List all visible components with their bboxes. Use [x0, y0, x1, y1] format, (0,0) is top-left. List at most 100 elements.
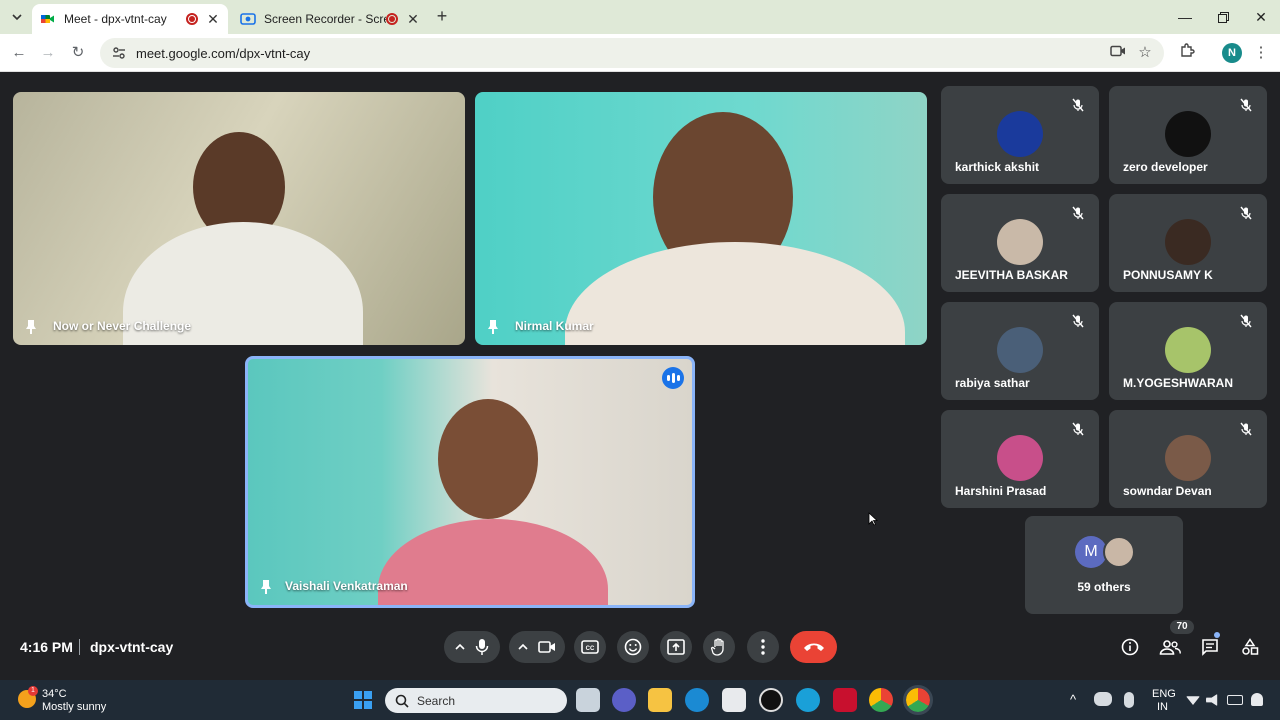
chat-button[interactable] [1198, 635, 1222, 659]
chrome-profile-icon[interactable] [903, 685, 933, 715]
close-icon[interactable]: ✕ [206, 11, 220, 28]
onedrive-icon[interactable] [1094, 692, 1112, 706]
language-indicator[interactable]: ENG [1152, 688, 1176, 700]
speaking-indicator-icon [662, 367, 684, 389]
microphone-icon[interactable] [475, 638, 489, 656]
camera-button-group[interactable] [509, 631, 565, 663]
video-tile-nirmal-kumar[interactable]: Nirmal Kumar [475, 92, 927, 345]
avatar [997, 219, 1043, 265]
participant-name: Vaishali Venkatraman [285, 579, 408, 593]
url-text: meet.google.com/dpx-vtnt-cay [136, 45, 311, 61]
meeting-details-button[interactable] [1118, 635, 1142, 659]
weather-status: Mostly sunny [42, 701, 107, 713]
task-view-icon[interactable] [576, 688, 600, 712]
weather-badge: 1 [28, 686, 38, 696]
divider [79, 639, 80, 655]
pin-icon[interactable] [260, 579, 272, 595]
browser-toolbar: ← → ↻ meet.google.com/dpx-vtnt-cay ☆ N ⋮ [0, 34, 1280, 72]
participant-tile[interactable]: M.YOGESHWARAN [1109, 302, 1267, 400]
profile-avatar[interactable]: N [1222, 43, 1242, 63]
mic-off-icon [1240, 206, 1252, 220]
mcafee-icon[interactable] [833, 688, 857, 712]
tab-meet[interactable]: Meet - dpx-vtnt-cay ✕ [32, 4, 228, 34]
recording-icon [386, 13, 398, 25]
raise-hand-button[interactable] [703, 631, 735, 663]
address-bar[interactable]: meet.google.com/dpx-vtnt-cay [100, 38, 1164, 68]
new-tab-button[interactable]: + [432, 6, 452, 26]
minimize-button[interactable]: — [1166, 0, 1204, 34]
raise-hand-icon [711, 638, 724, 656]
emoji-icon [624, 638, 642, 656]
windows-start-icon[interactable] [351, 688, 375, 712]
present-screen-button[interactable] [660, 631, 692, 663]
extensions-icon[interactable] [1176, 42, 1198, 64]
activities-icon [1242, 638, 1259, 655]
camera-in-use-icon[interactable] [1107, 42, 1129, 64]
participant-name: zero developer [1123, 160, 1208, 174]
participant-name: sowndar Devan [1123, 484, 1212, 498]
avatar [1165, 435, 1211, 481]
participant-tile[interactable]: Harshini Prasad [941, 410, 1099, 508]
participant-tile[interactable]: JEEVITHA BASKAR [941, 194, 1099, 292]
teams-chat-icon[interactable] [612, 688, 636, 712]
screen-recorder-icon [240, 13, 256, 25]
activities-button[interactable] [1238, 635, 1262, 659]
tab-title: Meet - dpx-vtnt-cay [64, 12, 167, 26]
browser-menu-icon[interactable]: ⋮ [1250, 42, 1272, 64]
edge-icon[interactable] [685, 688, 709, 712]
captions-button[interactable]: CC [574, 631, 606, 663]
recording-icon [186, 13, 198, 25]
microsoft-store-icon[interactable] [722, 688, 746, 712]
chevron-up-icon[interactable] [518, 643, 528, 651]
taskbar-search[interactable]: Search [385, 688, 567, 713]
chrome-icon[interactable] [869, 688, 893, 712]
avatar [1165, 327, 1211, 373]
skype-icon[interactable] [796, 688, 820, 712]
people-button[interactable] [1158, 635, 1182, 659]
microphone-tray-icon[interactable] [1124, 692, 1134, 708]
participant-name: PONNUSAMY K [1123, 268, 1213, 282]
participant-tile[interactable]: zero developer [1109, 86, 1267, 184]
close-icon[interactable]: ✕ [406, 11, 420, 28]
file-explorer-icon[interactable] [648, 688, 672, 712]
leave-call-button[interactable] [790, 631, 837, 663]
chat-notification-dot [1214, 632, 1220, 638]
mouse-cursor-icon [868, 512, 878, 526]
camera-icon[interactable] [538, 640, 556, 654]
restore-button[interactable] [1204, 0, 1242, 34]
present-icon [667, 639, 685, 655]
participant-body [565, 242, 905, 345]
search-placeholder: Search [417, 693, 456, 708]
participant-tile[interactable]: sowndar Devan [1109, 410, 1267, 508]
more-options-button[interactable] [747, 631, 779, 663]
forward-button[interactable]: → [37, 42, 59, 64]
back-button[interactable]: ← [8, 42, 30, 64]
mic-off-icon [1240, 314, 1252, 328]
app-icon[interactable] [759, 688, 783, 712]
participant-video [438, 399, 538, 519]
video-tile-vaishali-venkatraman[interactable]: Vaishali Venkatraman [245, 356, 695, 608]
mic-off-icon [1240, 98, 1252, 112]
pin-icon[interactable] [487, 319, 499, 335]
participant-name: Nirmal Kumar [515, 319, 594, 333]
reactions-button[interactable] [617, 631, 649, 663]
participant-tile[interactable]: rabiya sathar [941, 302, 1099, 400]
temperature: 34°C [42, 688, 67, 700]
tab-search-button[interactable] [6, 6, 28, 28]
meet-stage: Now or Never Challenge Nirmal Kumar Vais… [0, 72, 1280, 680]
bookmark-star-icon[interactable]: ☆ [1134, 42, 1156, 64]
pin-icon[interactable] [25, 319, 37, 335]
close-window-button[interactable]: ✕ [1242, 0, 1280, 34]
show-hidden-icons-chevron-icon[interactable]: ^ [1070, 692, 1076, 707]
others-tile[interactable]: M 59 others [1025, 516, 1183, 614]
tab-screen-recorder[interactable]: Screen Recorder - Scre.io ✕ [232, 4, 428, 34]
participant-tile[interactable]: PONNUSAMY K [1109, 194, 1267, 292]
video-tile-now-or-never[interactable]: Now or Never Challenge [13, 92, 465, 345]
battery-icon[interactable] [1227, 695, 1243, 705]
reload-button[interactable]: ↻ [67, 42, 89, 64]
participant-tile[interactable]: karthick akshit [941, 86, 1099, 184]
mic-off-icon [1072, 422, 1084, 436]
mic-button-group[interactable] [444, 631, 500, 663]
chevron-up-icon[interactable] [455, 643, 465, 651]
notification-bell-icon[interactable] [1251, 693, 1263, 706]
